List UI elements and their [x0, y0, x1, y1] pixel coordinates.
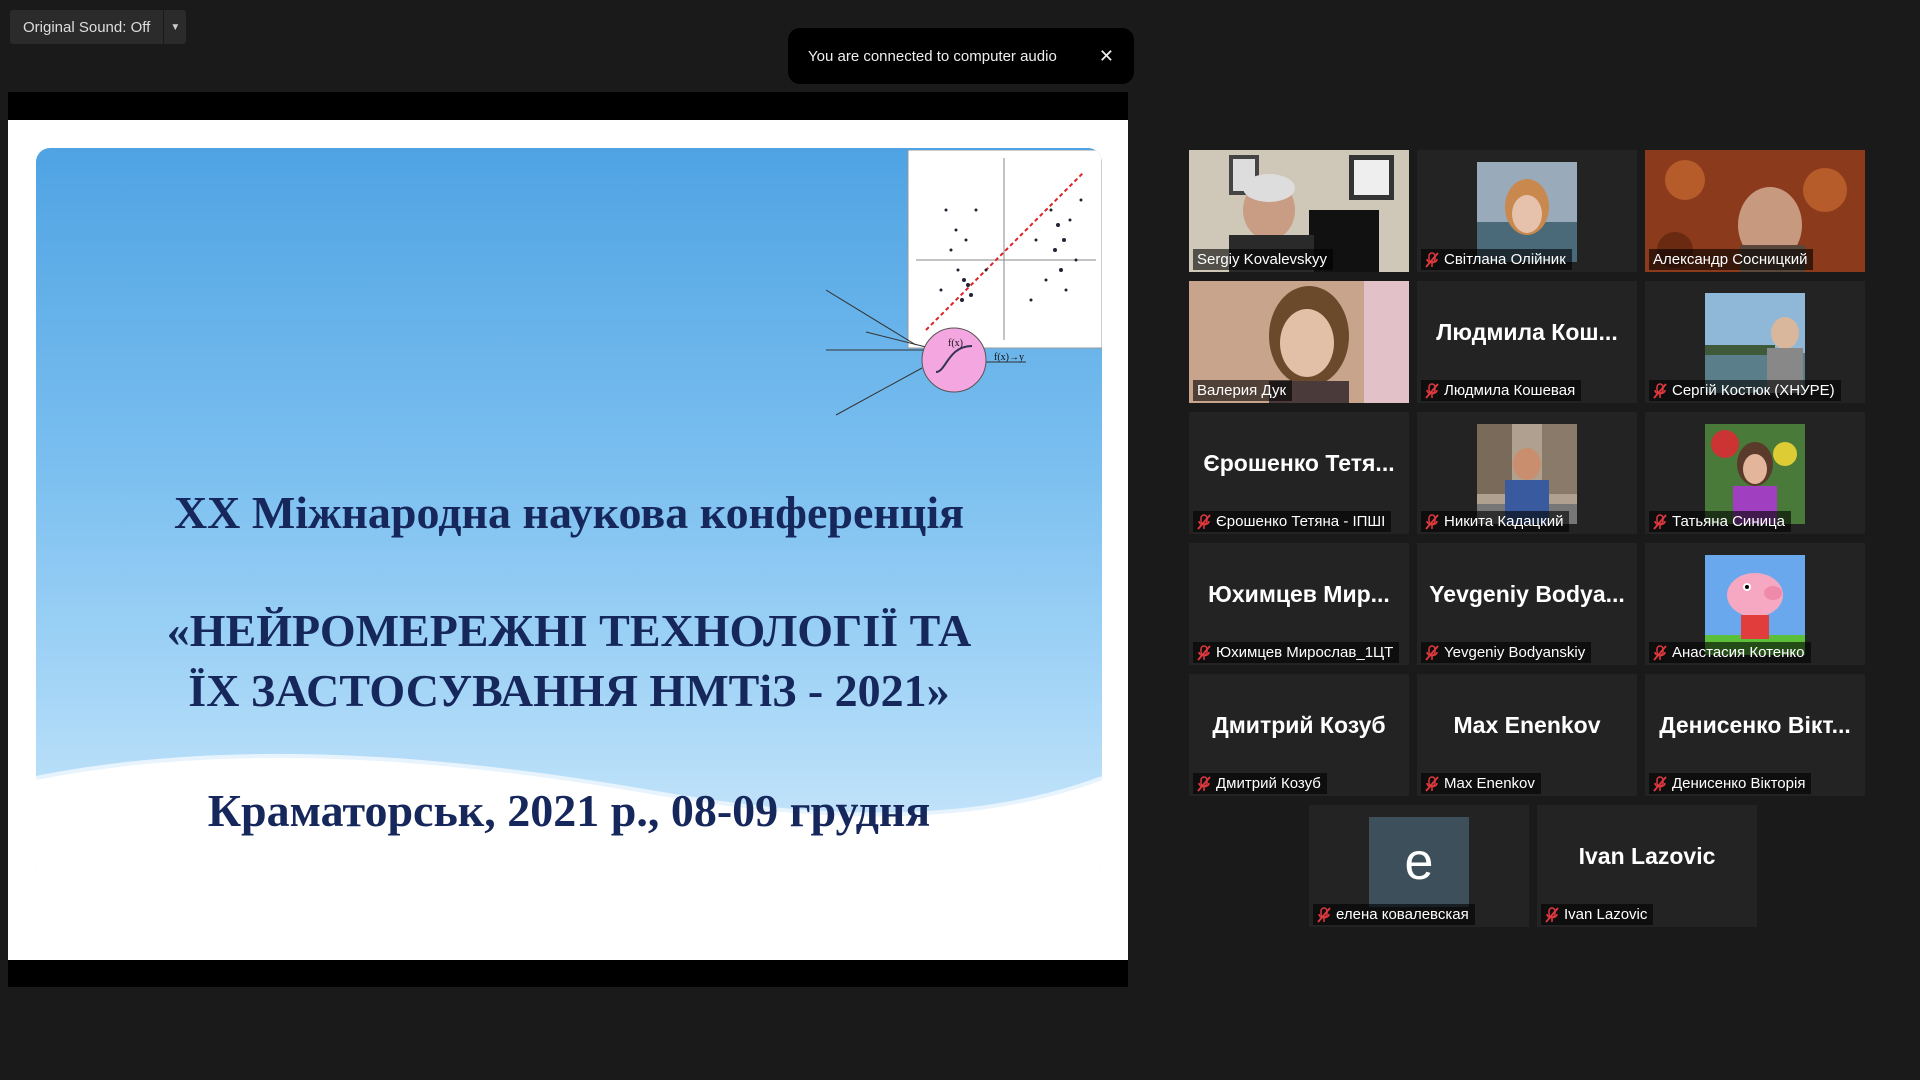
- participant-tile[interactable]: Александр Сосницкий: [1645, 150, 1865, 272]
- original-sound-control[interactable]: Original Sound: Off ▼: [10, 10, 187, 44]
- participant-video: [1477, 424, 1577, 524]
- muted-mic-icon: [1653, 775, 1667, 792]
- participant-name-label: Александр Сосницкий: [1649, 249, 1814, 270]
- participant-name: Анастасия Котенко: [1672, 644, 1805, 661]
- participant-name-label: Sergiy Kovalevskyy: [1193, 249, 1334, 270]
- close-icon[interactable]: ✕: [1099, 46, 1114, 67]
- participant-name: Yevgeniy Bodyanskiy: [1444, 644, 1586, 661]
- muted-mic-icon: [1653, 382, 1667, 399]
- participant-video: [1477, 162, 1577, 262]
- muted-mic-icon: [1653, 513, 1667, 530]
- participant-tile[interactable]: Анастасия Котенко: [1645, 543, 1865, 665]
- slide-title-line-3: ЇХ ЗАСТОСУВАННЯ НМТіЗ - 2021»: [188, 665, 950, 716]
- participant-name: Никита Кадацкий: [1444, 513, 1564, 530]
- participant-name-label: елена ковалевская: [1313, 904, 1475, 925]
- muted-mic-icon: [1425, 251, 1439, 268]
- participant-name-label: Юхимцев Мирослав_1ЦТ: [1193, 642, 1400, 663]
- participant-tile[interactable]: Валерия Дук: [1189, 281, 1409, 403]
- muted-mic-icon: [1653, 644, 1667, 661]
- participant-tile[interactable]: Сергій Костюк (ХНУРЕ): [1645, 281, 1865, 403]
- participant-name: Юхимцев Мирослав_1ЦТ: [1216, 644, 1394, 661]
- participant-name: Світлана Олійник: [1444, 251, 1566, 268]
- participant-name: Людмила Кошевая: [1444, 382, 1576, 399]
- participant-name-label: Анастасия Котенко: [1649, 642, 1811, 663]
- participant-tile[interactable]: e елена ковалевская: [1309, 805, 1529, 927]
- participant-tile[interactable]: Людмила Кош... Людмила Кошевая: [1417, 281, 1637, 403]
- participant-tile[interactable]: Sergiy Kovalevskyy: [1189, 150, 1409, 272]
- participant-tile[interactable]: Світлана Олійник: [1417, 150, 1637, 272]
- participant-display-name: Ivan Lazovic: [1578, 843, 1716, 869]
- participant-tile[interactable]: Max Enenkov Max Enenkov: [1417, 674, 1637, 796]
- participant-name: Max Enenkov: [1444, 775, 1535, 792]
- participant-tile[interactable]: Никита Кадацкий: [1417, 412, 1637, 534]
- participant-name-label: Єрошенко Тетяна - ІПШІ: [1193, 511, 1392, 532]
- muted-mic-icon: [1425, 644, 1439, 661]
- participant-tile[interactable]: Єрошенко Тетя... Єрошенко Тетяна - ІПШІ: [1189, 412, 1409, 534]
- participant-name: Валерия Дук: [1197, 382, 1287, 399]
- muted-mic-icon: [1425, 382, 1439, 399]
- muted-mic-icon: [1197, 775, 1211, 792]
- participant-video: [1705, 293, 1805, 393]
- participant-display-name: Денисенко Вікт...: [1659, 712, 1851, 738]
- muted-mic-icon: [1197, 513, 1211, 530]
- participant-name: Александр Сосницкий: [1653, 251, 1808, 268]
- participant-tile[interactable]: Ivan Lazovic Ivan Lazovic: [1537, 805, 1757, 927]
- participant-name-label: Ivan Lazovic: [1541, 904, 1654, 925]
- participant-name: Татьяна Синица: [1672, 513, 1785, 530]
- participant-name-label: Max Enenkov: [1421, 773, 1541, 794]
- toast-message: You are connected to computer audio: [808, 47, 1057, 65]
- svg-text:f(x)→y: f(x)→y: [994, 352, 1024, 363]
- participant-name-label: Денисенко Вікторія: [1649, 773, 1812, 794]
- muted-mic-icon: [1425, 513, 1439, 530]
- participant-display-name: Yevgeniy Bodya...: [1429, 581, 1625, 607]
- participant-avatar: e: [1369, 817, 1469, 907]
- participant-name-label: Дмитрий Козуб: [1193, 773, 1327, 794]
- participant-tile[interactable]: Юхимцев Мир... Юхимцев Мирослав_1ЦТ: [1189, 543, 1409, 665]
- muted-mic-icon: [1545, 906, 1559, 923]
- participant-tile[interactable]: Татьяна Синица: [1645, 412, 1865, 534]
- slide-title-line-1: XX Міжнародна наукова конференція: [173, 487, 965, 538]
- original-sound-button[interactable]: Original Sound: Off: [10, 10, 164, 44]
- participant-display-name: Max Enenkov: [1453, 712, 1601, 738]
- participant-video: [1705, 555, 1805, 655]
- participant-name-label: Никита Кадацкий: [1421, 511, 1570, 532]
- participant-name: Сергій Костюк (ХНУРЕ): [1672, 382, 1835, 399]
- muted-mic-icon: [1317, 906, 1331, 923]
- participant-name-label: Yevgeniy Bodyanskiy: [1421, 642, 1592, 663]
- participant-name: Денисенко Вікторія: [1672, 775, 1806, 792]
- participant-display-name: Єрошенко Тетя...: [1203, 450, 1395, 476]
- participant-name: Дмитрий Козуб: [1216, 775, 1321, 792]
- participant-tile[interactable]: Денисенко Вікт... Денисенко Вікторія: [1645, 674, 1865, 796]
- participant-tile[interactable]: Yevgeniy Bodya... Yevgeniy Bodyanskiy: [1417, 543, 1637, 665]
- slide-panel: XX Міжнародна наукова конференція «НЕЙРО…: [36, 148, 1102, 878]
- slide-location-date: Краматорськ, 2021 р., 08-09 грудня: [207, 785, 931, 836]
- shared-screen: XX Міжнародна наукова конференція «НЕЙРО…: [8, 92, 1128, 987]
- participant-display-name: Людмила Кош...: [1436, 319, 1618, 345]
- audio-toast: You are connected to computer audio ✕: [788, 28, 1134, 84]
- participant-name: Sergiy Kovalevskyy: [1197, 251, 1328, 268]
- participant-name-label: Валерия Дук: [1193, 380, 1293, 401]
- participant-name-label: Світлана Олійник: [1421, 249, 1572, 270]
- neural-network-diagram: f(x) f(x)→y: [826, 150, 1102, 416]
- participant-name-label: Людмила Кошевая: [1421, 380, 1582, 401]
- svg-text:f(x): f(x): [948, 338, 963, 349]
- participant-tile[interactable]: Дмитрий Козуб Дмитрий Козуб: [1189, 674, 1409, 796]
- chevron-down-icon[interactable]: ▼: [163, 10, 187, 44]
- presentation-slide: XX Міжнародна наукова конференція «НЕЙРО…: [8, 120, 1128, 960]
- participant-name: Єрошенко Тетяна - ІПШІ: [1216, 513, 1386, 530]
- muted-mic-icon: [1425, 775, 1439, 792]
- participant-display-name: Юхимцев Мир...: [1208, 581, 1390, 607]
- participant-video: [1705, 424, 1805, 524]
- muted-mic-icon: [1197, 644, 1211, 661]
- participant-name: Ivan Lazovic: [1564, 906, 1648, 923]
- slide-title-line-2: «НЕЙРОМЕРЕЖНІ ТЕХНОЛОГІЇ ТА: [166, 605, 972, 656]
- participant-name: елена ковалевская: [1336, 906, 1469, 923]
- participant-display-name: Дмитрий Козуб: [1212, 712, 1386, 738]
- participant-name-label: Татьяна Синица: [1649, 511, 1791, 532]
- participant-name-label: Сергій Костюк (ХНУРЕ): [1649, 380, 1841, 401]
